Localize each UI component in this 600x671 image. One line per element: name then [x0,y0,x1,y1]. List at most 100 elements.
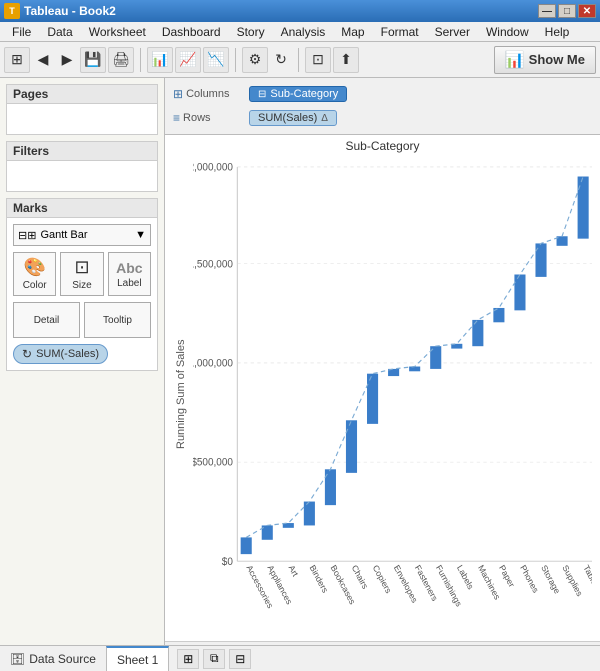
toolbar-sep3 [298,48,299,72]
filters-title: Filters [7,142,157,161]
svg-text:$0: $0 [222,557,233,568]
sheet1-label: Sheet 1 [117,653,158,667]
chart-area: ⊞ Columns ⊟ Sub-Category ≡ Rows SUM(Sale… [165,78,600,645]
color-icon: 🎨 [23,257,45,278]
svg-text:$2,000,000: $2,000,000 [193,162,233,173]
detail-label: Detail [34,315,60,326]
size-button[interactable]: ⊡ Size [60,252,103,296]
columns-shelf: ⊞ Columns ⊟ Sub-Category [173,82,592,106]
menu-server[interactable]: Server [427,23,478,41]
chart-svg: $0 $500,000 $1,000,000 $1,500,000 $2,000… [193,155,592,633]
tooltip-label: Tooltip [103,315,132,326]
filters-content [7,161,157,191]
toolbar-chart3-btn[interactable]: 📉 [203,47,229,73]
toolbar-present-btn[interactable]: ⊡ [305,47,331,73]
sum-sales-shelf-pill[interactable]: SUM(Sales) Δ [249,110,337,126]
duplicate-sheet-btn[interactable]: ⧉ [203,649,225,669]
menu-file[interactable]: File [4,23,39,41]
show-me-icon: 📊 [505,50,525,70]
rows-icon: ≡ [173,111,180,125]
viz-area: Sub-Category Running Sum of Sales $0 $50… [165,135,600,645]
toolbar-chart-btn[interactable]: 📊 [147,47,173,73]
tooltip-button[interactable]: Tooltip [84,302,151,338]
size-icon: ⊡ [74,257,89,278]
new-dashboard-btn[interactable]: ⊟ [229,649,251,669]
data-source-label: Data Source [29,652,96,666]
label-icon: Abc [116,260,142,276]
label-button[interactable]: Abc Label [108,252,151,296]
marks-buttons-row2: Detail Tooltip [13,302,151,338]
toolbar-forward-btn[interactable]: ▶ [56,49,78,71]
toolbar-sep2 [235,48,236,72]
menu-map[interactable]: Map [333,23,372,41]
menu-bar: File Data Worksheet Dashboard Story Anal… [0,22,600,42]
new-sheet-btn[interactable]: ⊞ [177,649,199,669]
sheet1-tab[interactable]: Sheet 1 [106,646,169,671]
marks-title: Marks [7,199,157,218]
menu-data[interactable]: Data [39,23,80,41]
maximize-button[interactable]: □ [558,4,576,18]
minimize-button[interactable]: — [538,4,556,18]
menu-dashboard[interactable]: Dashboard [154,23,229,41]
show-me-button[interactable]: 📊 Show Me [494,46,596,74]
svg-text:$1,500,000: $1,500,000 [193,259,233,270]
status-bar: 🗄 Data Source Sheet 1 ⊞ ⧉ ⊟ [0,645,600,671]
toolbar-print-btn[interactable]: 🖨 [108,47,134,73]
sum-sales-label: SUM(-Sales) [36,348,99,360]
close-button[interactable]: ✕ [578,4,596,18]
menu-analysis[interactable]: Analysis [273,23,334,41]
size-label: Size [72,280,91,291]
gantt-bar-icon: ⊟⊞ [18,229,36,242]
svg-text:Copiers: Copiers [371,563,394,595]
svg-text:$500,000: $500,000 [193,457,233,468]
y-axis-label: Running Sum of Sales [173,155,189,633]
scroll-left-arrow[interactable]: ◀ [181,645,197,646]
sum-sales-icon: ↻ [22,347,32,361]
toolbar-new-btn[interactable]: ⊞ [4,47,30,73]
delta-icon: Δ [321,113,328,124]
marks-type-dropdown[interactable]: ⊟⊞ Gantt Bar ▼ [13,224,151,246]
svg-text:Chairs: Chairs [350,563,370,591]
svg-text:Binders: Binders [308,563,330,594]
sum-sales-pill[interactable]: ↻ SUM(-Sales) [13,344,108,364]
toolbar-share-btn[interactable]: ⬆ [333,47,359,73]
dropdown-arrow-icon: ▼ [135,229,146,241]
chart-title: Sub-Category [165,135,600,155]
svg-text:Phones: Phones [518,563,540,594]
scroll-right-arrow[interactable]: ▶ [568,645,584,646]
horizontal-scrollbar[interactable]: ◀ ▶ [165,641,600,645]
scrollbar-track[interactable] [197,645,568,646]
pages-section: Pages [6,84,158,135]
toolbar-save-btn[interactable]: 💾 [80,47,106,73]
svg-text:Art: Art [287,563,301,579]
data-source-icon: 🗄 [10,652,25,666]
label-label: Label [117,278,141,289]
toolbar-back-btn[interactable]: ◀ [32,49,54,71]
chart-container: Running Sum of Sales $0 $500,000 $1,0 [165,155,600,641]
toolbar-refresh-btn[interactable]: ↻ [270,49,292,71]
subcategory-pill[interactable]: ⊟ Sub-Category [249,86,347,102]
toolbar-chart2-btn[interactable]: 📈 [175,47,201,73]
subcategory-icon: ⊟ [258,89,266,100]
filters-section: Filters [6,141,158,192]
menu-format[interactable]: Format [373,23,427,41]
marks-buttons-row: 🎨 Color ⊡ Size Abc Label [13,252,151,296]
detail-button[interactable]: Detail [13,302,80,338]
svg-text:Labels: Labels [455,563,476,591]
color-button[interactable]: 🎨 Color [13,252,56,296]
menu-window[interactable]: Window [478,23,537,41]
toolbar-filter-btn[interactable]: ⚙ [242,47,268,73]
menu-help[interactable]: Help [537,23,578,41]
color-label: Color [23,280,47,291]
status-actions: ⊞ ⧉ ⊟ [177,649,251,669]
window-title: Tableau - Book2 [24,4,116,18]
pages-title: Pages [7,85,157,104]
svg-text:Storage: Storage [539,563,562,595]
menu-worksheet[interactable]: Worksheet [81,23,154,41]
sum-sales-shelf-label: SUM(Sales) [258,112,317,124]
data-source-tab[interactable]: 🗄 Data Source [0,646,106,671]
title-bar: T Tableau - Book2 — □ ✕ [0,0,600,22]
main-content: Pages Filters Marks ⊟⊞ Gantt Bar ▼ [0,78,600,645]
menu-story[interactable]: Story [229,23,273,41]
columns-label: Columns [186,88,229,100]
